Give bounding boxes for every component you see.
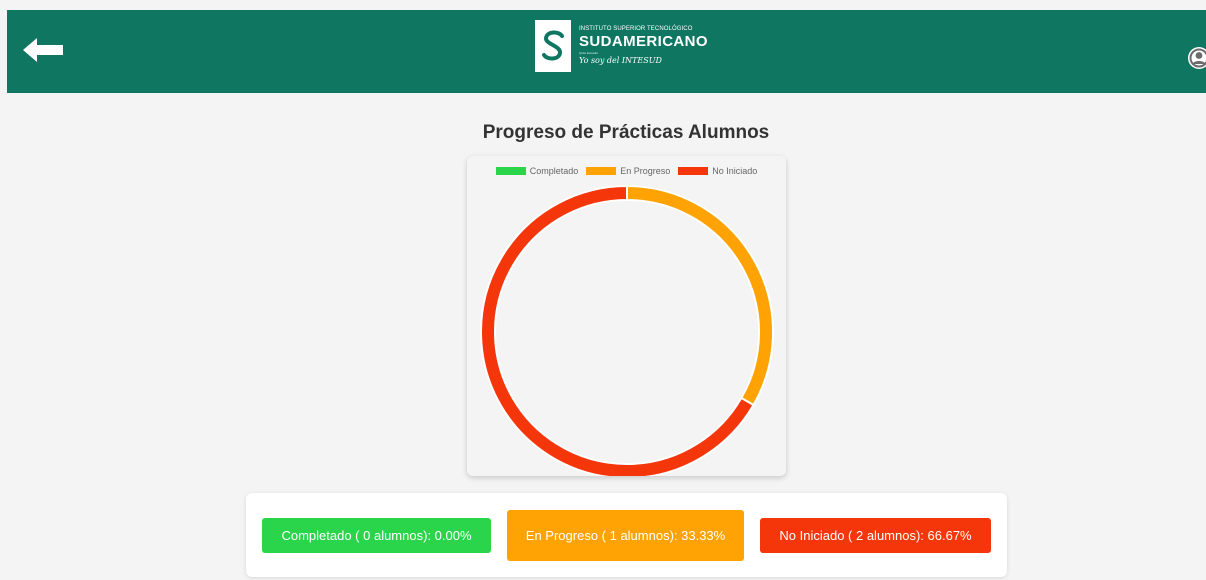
logo-small-line: Quito Ecuador (579, 51, 599, 55)
back-button[interactable] (23, 36, 69, 64)
summary-panel: Completado ( 0 alumnos): 0.00% En Progre… (246, 493, 1007, 577)
logo-badge (535, 20, 571, 72)
legend-item-completado[interactable]: Completado (495, 166, 579, 176)
arrow-left-icon (23, 38, 63, 62)
profile-button[interactable] (1187, 46, 1206, 70)
app-header: INSTITUTO SUPERIOR TECNOLÓGICO SUDAMERIC… (7, 10, 1206, 93)
page-title: Progreso de Prácticas Alumnos (482, 122, 770, 143)
doughnut-chart (480, 184, 774, 476)
legend-swatch (586, 167, 617, 175)
legend-label: En Progreso (620, 166, 671, 176)
logo-tagline: Yo soy del INTESUD (579, 56, 662, 65)
summary-card-not-started: No Iniciado ( 2 alumnos): 66.67% (760, 518, 991, 553)
doughnut-slice-en-progreso[interactable] (626, 184, 774, 407)
logo-s-icon (542, 30, 564, 61)
legend-item-no-iniciado[interactable]: No Iniciado (678, 166, 757, 176)
chart-card: Completado En Progreso No Iniciado (467, 156, 786, 476)
user-avatar-icon (1188, 47, 1206, 69)
legend-item-en-progreso[interactable]: En Progreso (586, 166, 670, 176)
institution-logo: INSTITUTO SUPERIOR TECNOLÓGICO SUDAMERIC… (535, 20, 715, 82)
chart-legend: Completado En Progreso No Iniciado (467, 164, 786, 178)
legend-swatch (495, 167, 526, 175)
logo-institution-line: INSTITUTO SUPERIOR TECNOLÓGICO (579, 26, 693, 32)
logo-name: SUDAMERICANO (579, 33, 708, 50)
summary-card-in-progress: En Progreso ( 1 alumnos): 33.33% (507, 510, 744, 561)
legend-swatch (678, 167, 709, 175)
legend-label: No Iniciado (712, 166, 758, 176)
summary-card-completed: Completado ( 0 alumnos): 0.00% (262, 518, 491, 553)
legend-label: Completado (529, 166, 579, 176)
